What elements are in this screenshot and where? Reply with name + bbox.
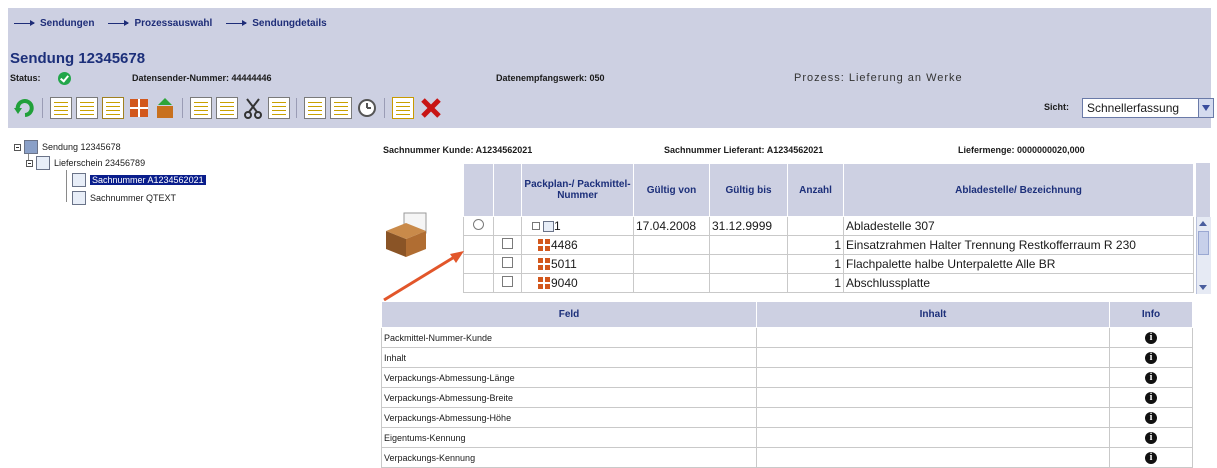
label-icon[interactable] [330, 97, 352, 119]
col-field[interactable]: Feld [381, 301, 757, 328]
transfer-icon[interactable] [392, 97, 414, 119]
annotation-arrow [383, 251, 464, 302]
view-select-value: Schnellerfassung [1087, 101, 1180, 115]
status-label: Status: [10, 73, 41, 83]
col-count[interactable]: Anzahl [787, 163, 844, 217]
view-label: Sicht: [1044, 102, 1070, 112]
table-row[interactable]: 1 17.04.2008 31.12.9999 Abladestelle 307 [463, 216, 1194, 236]
breadcrumb: Sendungen Prozessauswahl Sendungdetails [8, 8, 1211, 38]
table-row[interactable]: 4486 1 Einsatzrahmen Halter Trennung Res… [463, 235, 1194, 255]
info-icon[interactable]: i [1145, 351, 1157, 364]
col-valid-to[interactable]: Gültig bis [709, 163, 788, 217]
table-row[interactable]: Packmittel-Nummer-Kunde i [381, 327, 1193, 348]
packaging-icon [538, 239, 550, 251]
tree-item-sachnummer-a[interactable]: Sachnummer A1234562021 [66, 173, 206, 187]
breadcrumb-prozessauswahl[interactable]: Prozessauswahl [108, 18, 212, 29]
collapse-icon[interactable] [26, 159, 33, 167]
status-ok-icon [58, 72, 71, 85]
scroll-thumb[interactable] [1198, 231, 1209, 255]
table-row[interactable]: 5011 1 Flachpalette halbe Unterpalette A… [463, 254, 1194, 274]
scroll-up-icon[interactable] [1199, 221, 1207, 226]
copy-icon[interactable] [190, 97, 212, 119]
part-icon [72, 173, 86, 187]
info-icon[interactable]: i [1145, 371, 1157, 384]
delete-icon[interactable] [420, 97, 442, 119]
col-valid-from[interactable]: Gültig von [633, 163, 710, 217]
collapse-icon[interactable] [14, 143, 21, 151]
table-scrollbar[interactable] [1196, 217, 1211, 294]
part-icon [72, 191, 86, 205]
row-radio[interactable] [473, 219, 484, 230]
stack-icon[interactable] [102, 97, 124, 119]
copy-multiple-icon[interactable] [216, 97, 238, 119]
cut-icon[interactable] [242, 97, 264, 119]
chevron-down-icon[interactable] [1198, 99, 1213, 117]
info-icon[interactable]: i [1145, 411, 1157, 424]
col-description[interactable]: Abladestelle/ Bezeichnung [843, 163, 1194, 217]
table-row[interactable]: Inhalt i [381, 347, 1193, 368]
breadcrumb-sendungdetails[interactable]: Sendungdetails [226, 18, 327, 29]
table-icon[interactable] [304, 97, 326, 119]
row-checkbox[interactable] [502, 276, 513, 287]
packplan-icon [543, 221, 554, 232]
document-icon[interactable] [50, 97, 72, 119]
document-icon [36, 156, 50, 170]
table-row[interactable]: Verpackungs-Abmessung-Länge i [381, 367, 1193, 388]
col-content[interactable]: Inhalt [756, 301, 1110, 328]
status-bar: Status: Datensender-Nummer: 44444446 Dat… [8, 70, 1211, 88]
process-label: Prozess: Lieferung an Werke [794, 72, 963, 84]
field-table: Feld Inhalt Info Packmittel-Nummer-Kunde… [381, 301, 1193, 468]
table-row[interactable]: Eigentums-Kennung i [381, 427, 1193, 448]
toolbar: Sicht: Schnellerfassung [8, 88, 1214, 128]
history-icon[interactable] [356, 97, 378, 119]
packaging-icon [538, 277, 550, 289]
sender-number: Datensender-Nummer: 44444446 [132, 73, 272, 83]
print-icon[interactable] [76, 97, 98, 119]
view-select[interactable]: Schnellerfassung [1082, 98, 1214, 118]
table-row[interactable]: Verpackungs-Abmessung-Höhe i [381, 407, 1193, 428]
truck-icon [24, 140, 38, 154]
grid-add-icon[interactable] [128, 97, 150, 119]
table-row[interactable]: 9040 1 Abschlussplatte [463, 273, 1194, 293]
row-checkbox[interactable] [502, 257, 513, 268]
info-icon[interactable]: i [1145, 391, 1157, 404]
info-icon[interactable]: i [1145, 331, 1157, 344]
paste-icon[interactable] [268, 97, 290, 119]
title-bar: Sendung 12345678 [8, 38, 1211, 70]
breadcrumb-sendungen[interactable]: Sendungen [14, 18, 94, 29]
refresh-icon[interactable] [14, 97, 36, 119]
table-row[interactable]: Verpackungs-Kennung i [381, 447, 1193, 468]
tree-item-sendung[interactable]: Sendung 12345678 [14, 140, 121, 154]
scroll-down-icon[interactable] [1199, 285, 1207, 290]
customer-part-number: Sachnummer Kunde: A1234562021 [383, 145, 533, 155]
delivery-quantity: Liefermenge: 0000000020,000 [958, 145, 1085, 155]
export-icon[interactable] [154, 97, 176, 119]
receiver-plant: Datenempfangswerk: 050 [496, 73, 605, 83]
tree-item-sachnummer-qtext[interactable]: Sachnummer QTEXT [66, 191, 176, 205]
info-icon[interactable]: i [1145, 431, 1157, 444]
table-row[interactable]: Verpackungs-Abmessung-Breite i [381, 387, 1193, 408]
packaging-icon [538, 258, 550, 270]
tree-item-lieferschein[interactable]: Lieferschein 23456789 [26, 156, 145, 170]
col-info[interactable]: Info [1109, 301, 1193, 328]
info-icon[interactable]: i [1145, 451, 1157, 464]
page-title: Sendung 12345678 [10, 50, 146, 67]
supplier-part-number: Sachnummer Lieferant: A1234562021 [664, 145, 824, 155]
packplan-table: Packplan-/ Packmittel- Nummer Gültig von… [463, 163, 1194, 293]
expand-icon[interactable] [532, 222, 540, 230]
row-checkbox[interactable] [502, 238, 513, 249]
col-packplan[interactable]: Packplan-/ Packmittel- Nummer [521, 163, 634, 217]
